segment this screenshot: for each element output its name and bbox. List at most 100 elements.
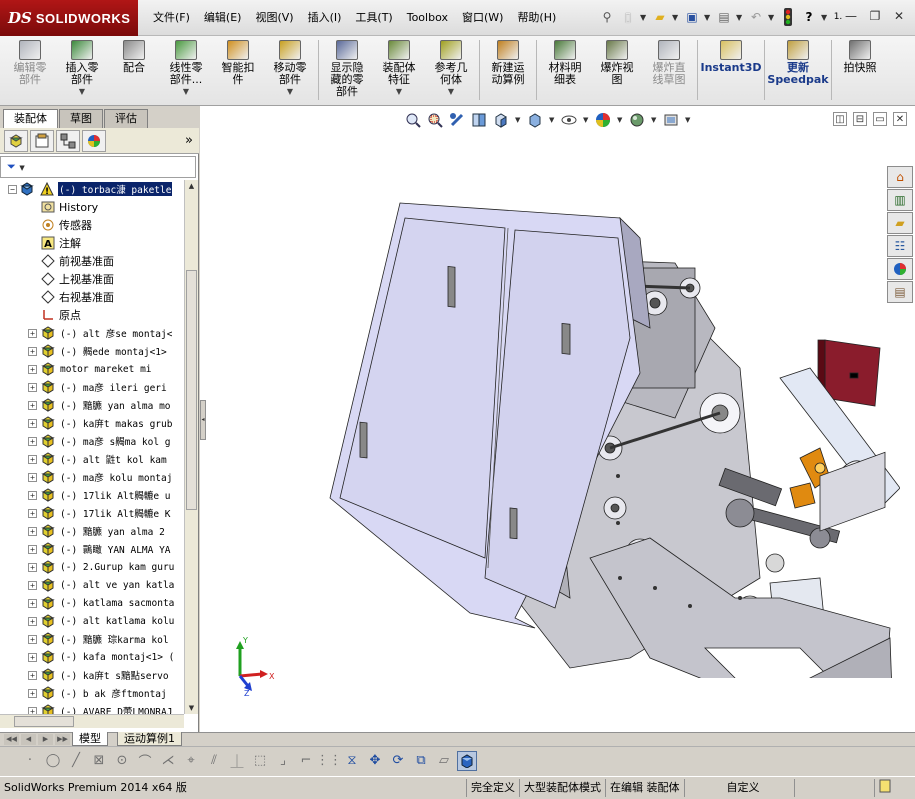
custom-properties-icon[interactable]: ▤ [887, 281, 913, 303]
filter-field[interactable]: ⏷ ▼ [0, 156, 196, 178]
next-tab-icon[interactable]: ▶ [38, 734, 53, 745]
tree-component-row[interactable]: + (-) alt 彦se montaj< [0, 324, 184, 342]
chevron-down-icon[interactable]: ▼ [183, 87, 189, 96]
expand-icon[interactable]: + [28, 508, 37, 518]
tree-component-row[interactable]: + (-) ka庰t makas grub [0, 414, 184, 432]
arc-icon[interactable]: ⌒ [135, 751, 155, 771]
tree-item-annotations[interactable]: A 注解 [0, 234, 184, 252]
tab-assembly[interactable]: 装配体 [3, 109, 58, 128]
display-relations-icon[interactable]: ⧖ [342, 751, 362, 771]
mirror-icon[interactable]: ⏊ [227, 751, 247, 771]
home-icon[interactable]: ⌂ [887, 166, 913, 188]
chevron-down-icon[interactable]: ▼ [287, 87, 293, 96]
expand-icon[interactable]: + [28, 382, 37, 392]
scroll-thumb[interactable] [186, 270, 197, 510]
sketch-fillet-icon[interactable]: ⌟ [273, 751, 293, 771]
expand-icon[interactable]: + [28, 616, 37, 626]
menu-insert[interactable]: 插入(I) [301, 7, 349, 29]
scroll-down-icon[interactable]: ▼ [186, 702, 197, 714]
tree-component-row[interactable]: + (-) kafa montaj<1> ( [0, 648, 184, 666]
viewport-close-icon[interactable]: ✕ [893, 112, 907, 126]
linear-sketch-pattern-icon[interactable]: ⋮⋮ [316, 751, 342, 771]
apply-scene-icon[interactable] [629, 112, 645, 128]
zoom-to-fit-icon[interactable] [405, 112, 421, 128]
take-snapshot-button[interactable]: 拍快照 [834, 36, 886, 104]
new-document-icon[interactable]: ▯ [619, 7, 637, 27]
expand-icon[interactable]: + [28, 364, 37, 374]
rotate-entities-icon[interactable]: ⟳ [388, 751, 408, 771]
insert-components-button[interactable]: 插入零 部件 ▼ [56, 36, 108, 104]
expand-icon[interactable]: + [28, 436, 37, 446]
section-view-icon[interactable] [471, 112, 487, 128]
tree-component-row[interactable]: + (-) 17lik Alt齃轆e K [0, 504, 184, 522]
explode-line-sketch-button[interactable]: 爆炸直 线草图 [643, 36, 695, 104]
tree-component-row[interactable]: + (-) 䴉瞰 YAN ALMA YA [0, 540, 184, 558]
viewport-split-icon[interactable]: ⊟ [853, 112, 867, 126]
tree-component-row[interactable]: + (-) ma彦 kolu montaj [0, 468, 184, 486]
close-icon[interactable]: ✕ [891, 8, 907, 24]
tree-component-row[interactable]: + (-) alt 鼪t kol kam [0, 450, 184, 468]
design-library-icon[interactable]: ▥ [887, 189, 913, 211]
chevron-down-icon[interactable]: ▼ [768, 13, 776, 22]
tree-item-origin[interactable]: 原点 [0, 306, 184, 324]
status-quick-tips-icon[interactable] [873, 779, 894, 797]
menu-window[interactable]: 窗口(W) [455, 7, 510, 29]
tree-component-row[interactable]: + (-) katlama sacmonta [0, 594, 184, 612]
save-icon[interactable]: ▣ [683, 7, 701, 27]
chevron-down-icon[interactable]: ▼ [821, 13, 829, 22]
tree-component-row[interactable]: + (-) ma彦 s齃ma kol g [0, 432, 184, 450]
expand-icon[interactable]: + [28, 328, 37, 338]
property-manager-tab-icon[interactable] [30, 129, 54, 152]
expand-icon[interactable]: + [28, 598, 37, 608]
chevron-down-icon[interactable]: ▼ [685, 116, 691, 124]
expand-panel-icon[interactable]: » [185, 133, 193, 148]
tree-item-history[interactable]: History [0, 198, 184, 216]
viewport-tile-icon[interactable]: ◫ [833, 112, 847, 126]
chevron-down-icon[interactable]: ▼ [651, 116, 657, 124]
collapse-icon[interactable]: − [8, 184, 17, 194]
restore-icon[interactable]: ❐ [867, 8, 883, 24]
expand-icon[interactable]: + [28, 346, 37, 356]
linear-pattern-button[interactable]: 线性零 部件... ▼ [160, 36, 212, 104]
circle-center-icon[interactable]: ⊙ [112, 751, 132, 771]
copy-entities-icon[interactable]: ⧉ [411, 751, 431, 771]
new-motion-study-button[interactable]: 新建运 动算例 [482, 36, 534, 104]
assembly-features-button[interactable]: 装配体 特征 ▼ [373, 36, 425, 104]
tree-item-plane[interactable]: 上视基准面 [0, 270, 184, 288]
expand-icon[interactable]: + [28, 652, 37, 662]
minimize-icon[interactable]: — [843, 8, 859, 24]
tree-component-row[interactable]: + (-) AVARE D蕾LMONRAJ [0, 702, 184, 714]
circle-icon[interactable]: ◯ [43, 751, 63, 771]
chevron-down-icon[interactable]: ▼ [704, 13, 712, 22]
trim-icon[interactable]: ⋌ [158, 751, 178, 771]
expand-icon[interactable]: + [28, 580, 37, 590]
chevron-down-icon[interactable]: ▼ [672, 13, 680, 22]
exploded-view-button[interactable]: 爆炸视 图 [591, 36, 643, 104]
3d-sketch-icon[interactable]: ▱ [434, 751, 454, 771]
chevron-down-icon[interactable]: ▼ [583, 116, 589, 124]
tree-item-sensors[interactable]: 传感器 [0, 216, 184, 234]
help-icon[interactable]: ? [800, 7, 818, 27]
tree-component-row[interactable]: + (-) alt ve yan katla [0, 576, 184, 594]
smart-dimension-icon[interactable]: ⌖ [181, 751, 201, 771]
menu-tools[interactable]: 工具(T) [348, 7, 399, 29]
show-hidden-components-button[interactable]: 显示隐 藏的零 部件 [321, 36, 373, 104]
sketch-chamfer-icon[interactable]: ⌐ [296, 751, 316, 771]
tree-item-plane[interactable]: 右视基准面 [0, 288, 184, 306]
view-settings-icon[interactable] [663, 112, 679, 128]
tab-model[interactable]: 模型 [72, 732, 108, 746]
hscroll-thumb[interactable] [14, 716, 74, 727]
chevron-down-icon[interactable]: ▼ [640, 13, 648, 22]
line-icon[interactable]: ╱ [66, 751, 86, 771]
display-style-icon[interactable] [527, 112, 543, 128]
tree-component-row[interactable]: + (-) 齃ede montaj<1> [0, 342, 184, 360]
move-entities-icon[interactable]: ✥ [365, 751, 385, 771]
mate-button[interactable]: 配合 [108, 36, 160, 104]
assembly-3d-model[interactable] [320, 158, 900, 678]
smart-fasteners-button[interactable]: 智能扣 件 [212, 36, 264, 104]
chevron-down-icon[interactable]: ▼ [549, 116, 555, 124]
tree-horizontal-scrollbar[interactable] [0, 714, 184, 728]
tab-sketch[interactable]: 草图 [59, 109, 103, 128]
pushpin-icon[interactable]: ⚲ [598, 7, 616, 27]
tree-component-row[interactable]: + (-) alt katlama kolu [0, 612, 184, 630]
